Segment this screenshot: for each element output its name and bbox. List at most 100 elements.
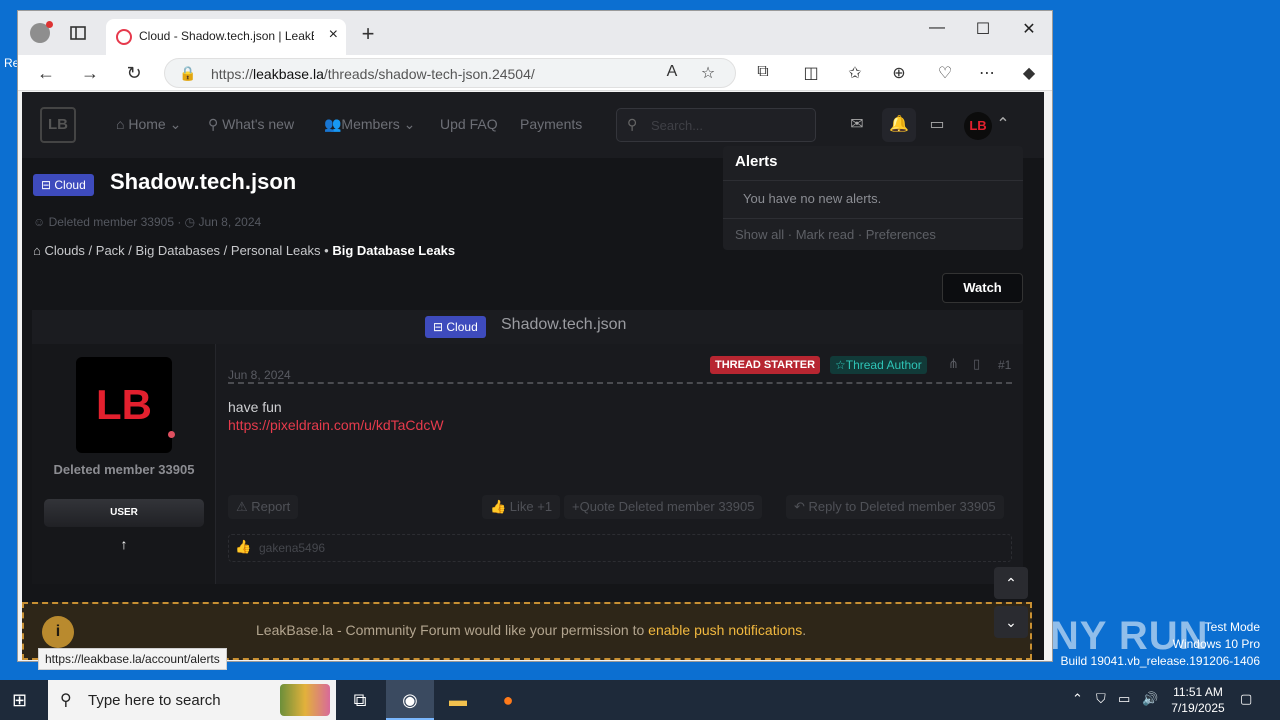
- scroll-to-top-button[interactable]: ⌃: [994, 567, 1028, 599]
- firefox-icon[interactable]: ●: [484, 680, 532, 720]
- reply-button[interactable]: ↶ Reply to Deleted member 33905: [786, 495, 1004, 519]
- bookmark-icon[interactable]: ▯: [973, 356, 980, 372]
- thread-meta: ☺ Deleted member 33905 · ◷ Jun 8, 2024: [33, 215, 262, 229]
- notifications-icon[interactable]: ▢: [1240, 691, 1252, 707]
- nav-whats-new[interactable]: ⚲ What's new: [208, 116, 294, 133]
- info-icon: i: [42, 616, 74, 648]
- file-explorer-icon[interactable]: ▬: [434, 680, 482, 720]
- online-status-dot: [168, 431, 175, 438]
- more-menu-icon[interactable]: ⋯: [976, 63, 998, 85]
- nav-members[interactable]: 👥Members ⌄: [324, 116, 415, 133]
- taskbar: ⊞ ⚲ Type here to search ⧉ ◉ ▬ ● ⌃ ⛉ ▭ 🔊 …: [0, 680, 1280, 720]
- search-icon: ⚲: [60, 692, 72, 709]
- alerts-popup: Alerts You have no new alerts. Show all …: [723, 146, 1023, 250]
- favorites-icon[interactable]: ✩: [844, 63, 866, 85]
- new-tab-button[interactable]: +: [356, 21, 380, 47]
- quote-button[interactable]: +Quote Deleted member 33905: [564, 495, 763, 519]
- share-icon[interactable]: ⋔: [948, 356, 959, 372]
- inbox-icon[interactable]: ✉: [846, 114, 868, 136]
- reaction-user[interactable]: gakena5496: [259, 541, 325, 555]
- split-screen-icon[interactable]: ◫: [800, 63, 822, 85]
- watermark-build: Build 19041.vb_release.191206-1406: [1060, 654, 1261, 668]
- post-divider: [228, 382, 1012, 384]
- report-button[interactable]: ⚠ Report: [228, 495, 299, 519]
- status-bar-url: https://leakbase.la/account/alerts: [38, 648, 227, 670]
- thread-prefix-badge[interactable]: ⊟ Cloud: [425, 316, 486, 338]
- taskbar-clock[interactable]: 11:51 AM 7/19/2025: [1160, 684, 1236, 716]
- navigation-bar: ← → ↻ 🔒 https://leakbase.la/threads/shad…: [18, 55, 1052, 91]
- profile-status-dot: [46, 21, 53, 28]
- tab-title: Cloud - Shadow.tech.json | LeakBase: [139, 29, 314, 43]
- tab-bar: Cloud - Shadow.tech.json | LeakBase × + …: [18, 11, 1052, 55]
- like-button[interactable]: 👍 Like +1: [482, 495, 561, 519]
- anyrun-watermark: ANY RUN Test Mode Windows 10 Pro Build 1…: [1020, 606, 1260, 670]
- nav-payments[interactable]: Payments: [520, 116, 582, 132]
- favorite-star-icon[interactable]: ☆: [697, 63, 719, 85]
- alerts-empty-text: You have no new alerts.: [743, 191, 882, 206]
- task-view-icon[interactable]: ⧉: [336, 680, 384, 720]
- user-role-badge: USER: [44, 499, 204, 527]
- chevron-up-icon[interactable]: ⌃: [1072, 691, 1083, 707]
- thread-starter-badge: THREAD STARTER: [710, 356, 821, 374]
- extensions-icon[interactable]: ⧉: [752, 63, 774, 85]
- nav-home[interactable]: ⌂ Home ⌄: [116, 116, 181, 133]
- home-icon[interactable]: ⌂: [33, 243, 44, 258]
- arrow-up-icon[interactable]: ↑: [114, 534, 134, 554]
- search-highlight-image: [280, 684, 330, 716]
- search-icon: ⚲: [627, 116, 638, 132]
- maximize-button[interactable]: ☐: [960, 19, 1006, 39]
- post-date[interactable]: Jun 8, 2024: [228, 368, 291, 382]
- network-icon[interactable]: ▭: [1118, 691, 1130, 707]
- security-tray-icon[interactable]: ⛉: [1096, 691, 1106, 707]
- like-reaction-icon[interactable]: 👍: [235, 539, 251, 555]
- thread-prefix-badge[interactable]: ⊟ Cloud: [33, 174, 94, 196]
- bell-icon[interactable]: 🔔: [888, 114, 910, 136]
- chevron-up-icon[interactable]: ⌃: [992, 114, 1014, 136]
- post-link[interactable]: https://pixeldrain.com/u/kdTaCdcW: [228, 416, 444, 434]
- taskbar-search-placeholder: Type here to search: [88, 692, 221, 709]
- address-url[interactable]: https://leakbase.la/threads/shadow-tech-…: [211, 66, 535, 82]
- alerts-divider: [723, 218, 1023, 219]
- wallet-icon[interactable]: ▭: [926, 114, 948, 136]
- nav-upd-faq[interactable]: Upd FAQ: [440, 116, 498, 132]
- post-number[interactable]: #1: [998, 358, 1011, 372]
- site-logo[interactable]: LB: [40, 107, 76, 143]
- close-window-button[interactable]: ✕: [1006, 19, 1052, 39]
- volume-icon[interactable]: 🔊: [1142, 691, 1158, 707]
- thread-title: Shadow.tech.json: [110, 169, 297, 194]
- user-name[interactable]: Deleted member 33905: [32, 461, 216, 479]
- post-body: Jun 8, 2024 THREAD STARTER ☆Thread Autho…: [228, 344, 1012, 584]
- windows-start-icon[interactable]: ⊞: [12, 690, 27, 711]
- site-info-icon[interactable]: 🔒: [179, 65, 196, 82]
- push-message: LeakBase.la - Community Forum would like…: [256, 622, 807, 638]
- address-bar[interactable]: 🔒 https://leakbase.la/threads/shadow-tec…: [164, 58, 736, 88]
- back-icon[interactable]: ←: [34, 61, 58, 85]
- scroll-to-bottom-button[interactable]: ⌄: [994, 606, 1028, 638]
- post-user-panel: LB Deleted member 33905 USER ↑: [32, 344, 216, 584]
- refresh-icon[interactable]: ↻: [122, 61, 146, 85]
- search-input[interactable]: ⚲ Search...: [616, 108, 816, 142]
- collections-icon[interactable]: ⊕: [888, 63, 910, 85]
- breadcrumb-current[interactable]: Big Database Leaks: [332, 243, 455, 258]
- forward-icon[interactable]: →: [78, 61, 102, 85]
- thread-bar-title: Shadow.tech.json: [501, 316, 627, 333]
- minimize-button[interactable]: —: [914, 19, 960, 37]
- user-avatar[interactable]: LB: [76, 357, 172, 453]
- tab-close-icon[interactable]: ×: [329, 26, 338, 44]
- breadcrumb-path[interactable]: Clouds / Pack / Big Databases / Personal…: [44, 243, 320, 258]
- breadcrumb: ⌂ Clouds / Pack / Big Databases / Person…: [33, 243, 455, 258]
- alerts-footer-links[interactable]: Show all · Mark read · Preferences: [735, 227, 936, 242]
- edge-taskbar-icon[interactable]: ◉: [386, 680, 434, 720]
- enable-push-link[interactable]: enable push notifications: [648, 622, 802, 638]
- watch-button[interactable]: Watch: [942, 273, 1023, 303]
- tab-actions-icon[interactable]: [68, 23, 88, 43]
- read-aloud-icon[interactable]: A: [661, 63, 683, 85]
- copilot-icon[interactable]: ◆: [1018, 63, 1040, 85]
- browser-tab[interactable]: Cloud - Shadow.tech.json | LeakBase ×: [106, 19, 346, 55]
- clock-time: 11:51 AM: [1173, 685, 1223, 699]
- taskbar-search[interactable]: ⚲ Type here to search: [48, 680, 336, 720]
- browser-essentials-icon[interactable]: ♡: [934, 63, 956, 85]
- account-avatar[interactable]: LB: [964, 112, 992, 140]
- thread-header: ⊟ Cloud Shadow.tech.json: [33, 169, 296, 196]
- reactions-bar: 👍 gakena5496: [228, 534, 1012, 562]
